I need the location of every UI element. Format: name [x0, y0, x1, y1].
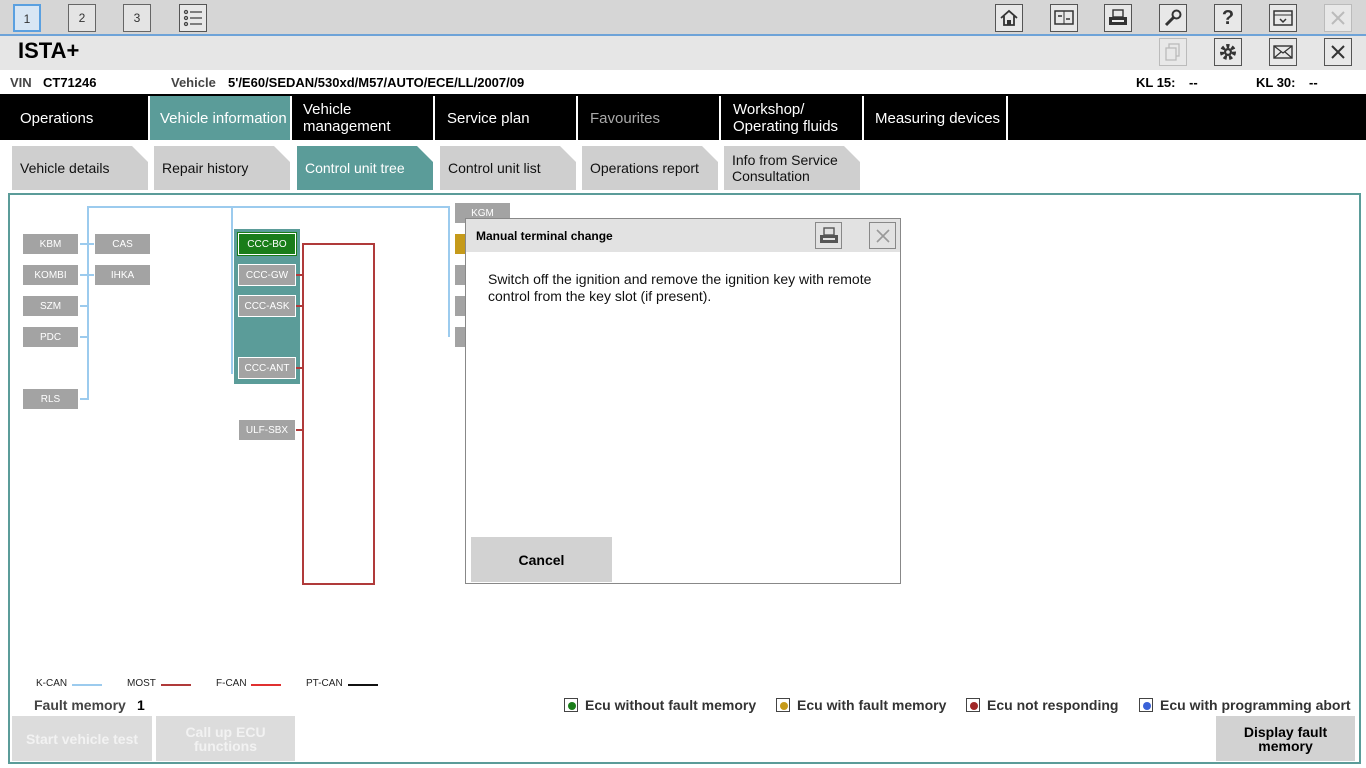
- kcan-line: [87, 206, 449, 208]
- gear-icon[interactable]: [1214, 38, 1242, 66]
- print-icon[interactable]: [1104, 4, 1132, 32]
- kl30-label: KL 30:: [1256, 75, 1296, 90]
- kcan-line: [87, 206, 89, 400]
- app-title: ISTA+: [18, 38, 80, 63]
- legend-fcan-line: [251, 684, 281, 686]
- ecu-ccc-bo[interactable]: CCC-BO: [238, 233, 296, 255]
- most-stub: [296, 274, 304, 276]
- ecu-ccc-ask[interactable]: CCC-ASK: [238, 295, 296, 317]
- vehicle-label: Vehicle: [171, 75, 216, 90]
- dropdown-panel-icon[interactable]: [1269, 4, 1297, 32]
- ecu-ccc-gw[interactable]: CCC-GW: [238, 264, 296, 286]
- transfer-icon[interactable]: [1050, 4, 1078, 32]
- call-ecu-functions-button: Call up ECU functions: [156, 716, 295, 761]
- close-app-icon[interactable]: [1324, 38, 1352, 66]
- legend-ptcan-line: [348, 684, 378, 686]
- tab-favourites[interactable]: Favourites: [578, 96, 721, 140]
- legend-most-line: [161, 684, 191, 686]
- status-no-response-label: Ecu not responding: [987, 697, 1119, 713]
- window-tab-2[interactable]: 2: [68, 4, 96, 32]
- window-tab-3[interactable]: 3: [123, 4, 151, 32]
- start-vehicle-test-button: Start vehicle test: [12, 716, 152, 761]
- ecu-cas[interactable]: CAS: [94, 233, 151, 255]
- title-bar: [0, 36, 1366, 70]
- tab-operations[interactable]: Operations: [0, 96, 150, 140]
- tab-workshop-operating-fluids[interactable]: Workshop/ Operating fluids: [721, 96, 864, 140]
- kl15-label: KL 15:: [1136, 75, 1176, 90]
- status-fault: Ecu with fault memory: [776, 697, 946, 713]
- window-tab-1[interactable]: 1: [13, 4, 41, 32]
- help-icon[interactable]: ?: [1214, 4, 1242, 32]
- kcan-stub: [80, 398, 88, 400]
- wrench-icon[interactable]: [1159, 4, 1187, 32]
- subtab-control-unit-tree[interactable]: Control unit tree: [297, 146, 433, 190]
- most-stub: [296, 429, 304, 431]
- most-stub: [296, 305, 304, 307]
- vin-value: CT71246: [43, 75, 97, 90]
- close-icon: [1324, 4, 1352, 32]
- close-icon[interactable]: [869, 222, 896, 249]
- subtab-operations-report[interactable]: Operations report: [582, 146, 718, 190]
- kcan-stub: [80, 274, 88, 276]
- tab-measuring-devices[interactable]: Measuring devices: [864, 96, 1008, 140]
- mail-icon[interactable]: [1269, 38, 1297, 66]
- status-fault-label: Ecu with fault memory: [797, 697, 947, 713]
- print-icon[interactable]: [815, 222, 842, 249]
- ecu-kombi[interactable]: KOMBI: [22, 264, 79, 286]
- most-ring: [302, 243, 375, 585]
- main-navigation: Operations Vehicle information Vehicle m…: [0, 94, 1366, 140]
- ok-status-icon: [564, 698, 578, 712]
- kl30-value: --: [1309, 75, 1318, 90]
- vehicle-info-bar: VIN CT71246 Vehicle 5'/E60/SEDAN/530xd/M…: [0, 70, 1366, 94]
- manual-terminal-change-dialog: Manual terminal change Switch off the ig…: [465, 218, 901, 584]
- legend-fcan: F-CAN: [216, 678, 247, 689]
- copy-docs-icon: [1159, 38, 1187, 66]
- kcan-stub: [80, 305, 88, 307]
- no-response-status-icon: [966, 698, 980, 712]
- ecu-szm[interactable]: SZM: [22, 295, 79, 317]
- ecu-pdc[interactable]: PDC: [22, 326, 79, 348]
- kcan-stub: [80, 336, 88, 338]
- tab-vehicle-management[interactable]: Vehicle management: [292, 96, 435, 140]
- cancel-button[interactable]: Cancel: [471, 537, 612, 582]
- home-icon[interactable]: [995, 4, 1023, 32]
- legend-most: MOST: [127, 678, 156, 689]
- legend-kcan-line: [72, 684, 102, 686]
- ecu-kbm[interactable]: KBM: [22, 233, 79, 255]
- ecu-rls[interactable]: RLS: [22, 388, 79, 410]
- subtab-info-service-consultation[interactable]: Info from Service Consultation: [724, 146, 860, 190]
- top-toolbar: 1 2 3 ?: [0, 0, 1366, 36]
- status-prog-abort-label: Ecu with programming abort: [1160, 697, 1351, 713]
- ecu-ccc-ant[interactable]: CCC-ANT: [238, 357, 296, 379]
- status-ok-label: Ecu without fault memory: [585, 697, 757, 713]
- fault-memory-label: Fault memory: [34, 697, 126, 713]
- vehicle-value: 5'/E60/SEDAN/530xd/M57/AUTO/ECE/LL/2007/…: [228, 75, 525, 90]
- status-ok: Ecu without fault memory: [564, 697, 756, 713]
- fault-memory-count: 1: [137, 697, 145, 713]
- legend-kcan: K-CAN: [36, 678, 68, 689]
- subtab-vehicle-details[interactable]: Vehicle details: [12, 146, 148, 190]
- kcan-line: [448, 206, 450, 337]
- tab-service-plan[interactable]: Service plan: [435, 96, 578, 140]
- status-no-response: Ecu not responding: [966, 697, 1118, 713]
- subtab-control-unit-list[interactable]: Control unit list: [440, 146, 576, 190]
- legend-ptcan: PT-CAN: [306, 678, 343, 689]
- fault-status-icon: [776, 698, 790, 712]
- ecu-ihka[interactable]: IHKA: [94, 264, 151, 286]
- most-stub: [296, 367, 304, 369]
- kcan-line: [231, 206, 233, 374]
- kl15-value: --: [1189, 75, 1198, 90]
- kcan-stub: [80, 243, 88, 245]
- status-prog-abort: Ecu with programming abort: [1139, 697, 1351, 713]
- ecu-ulf-sbx[interactable]: ULF-SBX: [238, 419, 296, 441]
- list-icon[interactable]: [179, 4, 207, 32]
- prog-abort-status-icon: [1139, 698, 1153, 712]
- dialog-message: Switch off the ignition and remove the i…: [488, 271, 872, 304]
- display-fault-memory-button[interactable]: Display fault memory: [1216, 716, 1355, 761]
- vin-label: VIN: [10, 75, 32, 90]
- subtab-repair-history[interactable]: Repair history: [154, 146, 290, 190]
- tab-vehicle-information[interactable]: Vehicle information: [150, 96, 292, 140]
